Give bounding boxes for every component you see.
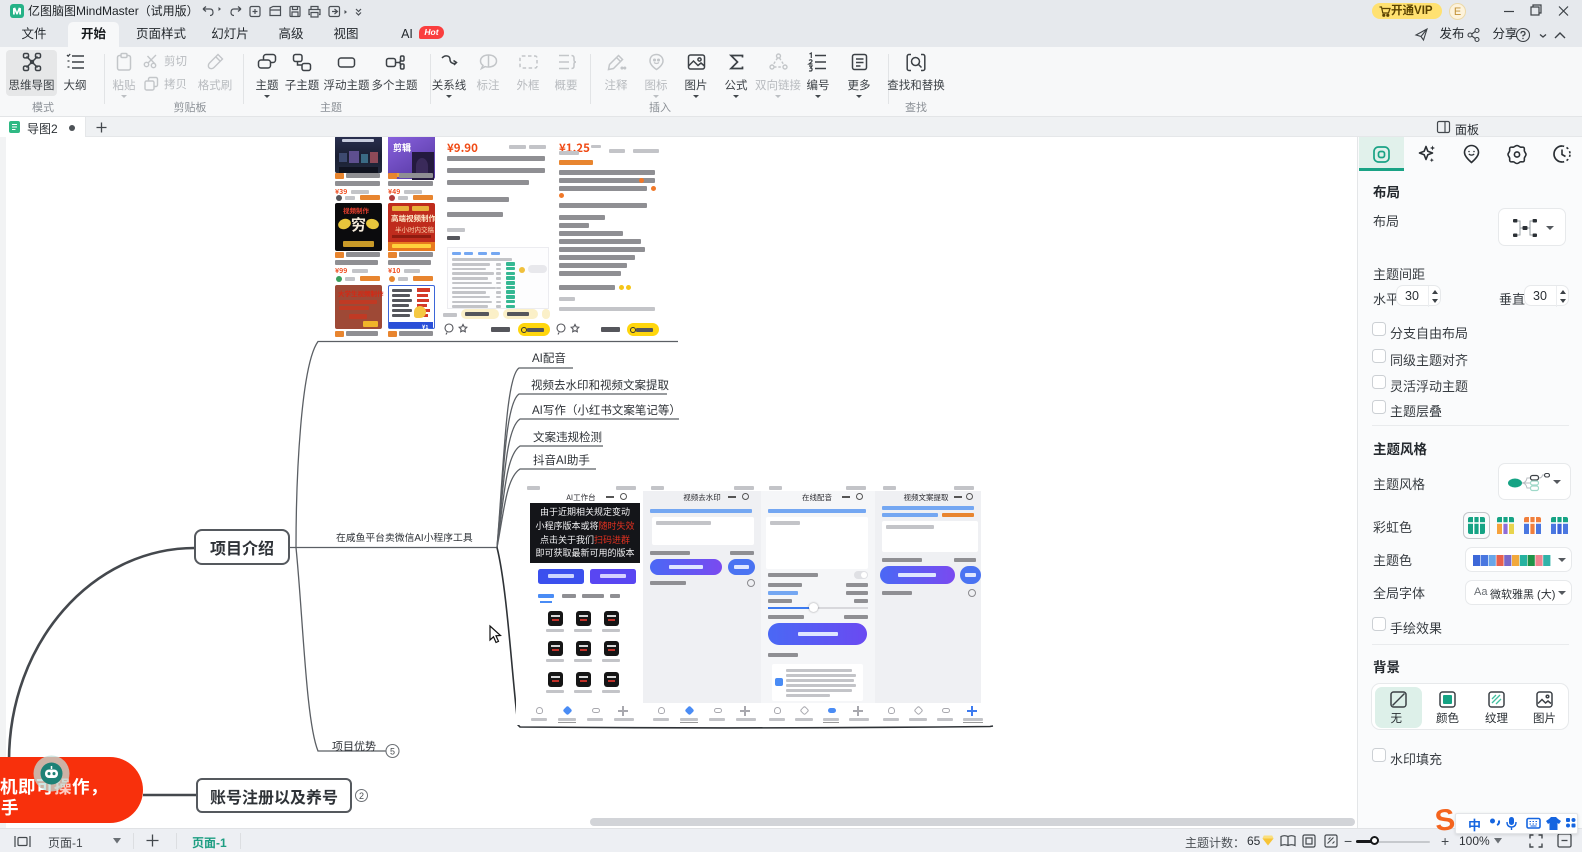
svg-text:5: 5 — [390, 747, 395, 757]
